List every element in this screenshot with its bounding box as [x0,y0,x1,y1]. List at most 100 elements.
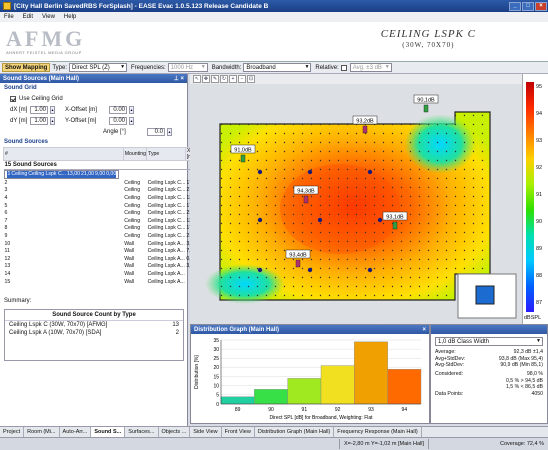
histogram-bar[interactable] [320,365,355,405]
table-cell: Ceiling Lspk C... [147,202,186,209]
tab-0[interactable]: Project [0,427,25,437]
menu-file[interactable]: File [4,14,14,20]
pin-icon[interactable]: ⊥ [174,75,179,82]
histogram-bar[interactable] [387,369,422,405]
rotate-icon[interactable]: ↻ [220,75,228,83]
column-header[interactable]: # [3,147,124,161]
zoom-fit-icon[interactable]: ⊡ [247,75,255,83]
spl-label: 93,4dB [289,253,307,259]
pen-icon[interactable]: ✎ [211,75,219,83]
table-row[interactable]: 1 Ceiling Ceiling Lspk C... 13,00 21,00 9,00 0… [3,170,120,179]
histogram-bar[interactable] [354,341,388,405]
column-header[interactable]: Mounting [122,147,148,161]
table-cell: 15 [4,278,11,285]
xoffset-field[interactable]: 0.00 [109,105,127,114]
stat-value: 1,5 % < 86,5 dB [505,384,543,391]
use-grid-checkbox[interactable] [10,95,16,102]
close-icon[interactable]: × [535,1,547,11]
speaker-marker[interactable] [257,169,263,175]
column-header[interactable]: Type [146,147,186,161]
distribution-header: Distribution Graph (Main Hall) × [191,325,429,334]
probe-marker[interactable] [295,259,301,268]
maximize-icon[interactable]: □ [522,1,534,11]
mapping-view[interactable]: ↖ ✥ ✎ ↻ + − ⊡ 90,1dB 93,2dB 91,0dB 94,3d… [190,74,522,324]
speaker-marker[interactable] [367,169,373,175]
dy-row: dY [m] 1.00 ▴ Y-Offset [m] 0.00 ▴ [0,115,187,126]
histogram-bar[interactable] [287,378,322,405]
speaker-marker[interactable] [307,267,313,273]
dy-spinner[interactable]: ▴ [50,116,55,125]
probe-marker[interactable] [240,154,246,163]
minimize-icon[interactable]: _ [509,1,521,11]
show-mapping-button[interactable]: Show Mapping [2,63,51,72]
histogram-bar[interactable] [220,396,255,405]
table-cell: Ceiling [124,194,141,201]
probe-marker[interactable] [303,195,309,204]
yoffset-field[interactable]: 0.00 [109,116,127,125]
table-cell: 13 [4,263,11,270]
speaker-marker[interactable] [317,217,323,223]
pan-icon[interactable]: ✥ [202,75,210,83]
tab-6[interactable]: Side View [190,427,222,437]
zoom-in-icon[interactable]: + [229,75,237,83]
dx-field[interactable]: 1.00 [30,105,48,114]
select-icon[interactable]: ↖ [193,75,201,83]
summary-row: Ceiling Lspk C (30W, 70x70) [AFMG] 13 [5,321,183,329]
close-icon[interactable]: × [180,76,184,82]
logo-text: AFMG [6,26,86,51]
tab-4[interactable]: Surfaces... [125,427,159,437]
tab-1[interactable]: Room (Mi... [24,427,60,437]
table-cell: Ceiling Lspk A... [147,263,185,270]
speaker-marker[interactable] [367,267,373,273]
zoom-out-icon[interactable]: − [238,75,246,83]
class-width-select[interactable]: 1,0 dB Class Width ▼ [435,337,543,346]
speaker-marker[interactable] [257,217,263,223]
table-cell: Ceiling [124,232,141,239]
speaker-marker[interactable] [257,267,263,273]
tab-8[interactable]: Distribution Graph (Main Hall) [255,427,335,437]
speaker-marker[interactable] [377,217,383,223]
menu-edit[interactable]: Edit [23,14,33,20]
stat-value: 4050 [531,390,543,397]
dy-field[interactable]: 1.00 [30,116,48,125]
yoffset-spinner[interactable]: ▴ [129,116,134,125]
tab-3[interactable]: Sound S... [91,427,126,437]
stat-value: 92,3 dB ±1,4 [513,349,543,356]
tab-5[interactable]: Objects ... [159,427,191,437]
tab-9[interactable]: Frequency Response (Main Hall) [334,427,422,437]
class-width-value: 1,0 dB Class Width [438,338,490,345]
legend-tick: 89 [536,246,543,252]
angle-spinner[interactable]: ▴ [167,127,172,136]
xoffset-spinner[interactable]: ▴ [129,105,134,114]
logo-subtext: AHNERT FEISTEL MEDIA GROUP [6,50,82,55]
close-icon[interactable]: × [422,327,426,333]
probe-marker[interactable] [392,221,398,230]
stat-row: 0,5 % > 94,5 dB [431,377,547,384]
sound-grid-heading: Sound Grid [4,85,37,91]
relative-checkbox[interactable] [340,64,347,71]
dx-spinner[interactable]: ▴ [50,105,55,114]
table-cell: 9,00 [94,170,106,179]
panel-title: Sound Sources (Main Hall) [3,75,80,82]
probe-marker[interactable] [423,104,429,113]
menu-help[interactable]: Help [64,14,76,20]
type-select[interactable]: Direct SPL (Z) ▼ [69,63,128,72]
table-cell: Ceiling [124,187,141,194]
show-mapping-label: Show Mapping [5,64,48,71]
relative-select[interactable]: Avg. ±3 dB ▼ [349,63,392,72]
summary-row: Ceiling Lspk A (10W, 70x70) [SDA] 2 [5,329,183,337]
histogram-bar[interactable] [254,389,288,405]
spl-legend: 95 94 93 92 91 90 89 88 87 dBSPL [522,74,548,324]
use-grid-label: Use Ceiling Grid [19,95,63,102]
relative-label: Relative: [315,64,339,71]
angle-field[interactable]: 0.0 [147,127,165,136]
probe-marker[interactable] [362,125,368,134]
menu-view[interactable]: View [42,14,55,20]
speaker-marker[interactable] [307,169,313,175]
distribution-panel: Distribution Graph (Main Hall) × Distrib… [190,324,430,424]
tab-7[interactable]: Front View [222,427,255,437]
frequency-select[interactable]: 1000 Hz ▼ [167,63,208,72]
bandwidth-select[interactable]: Broadband ▼ [243,63,312,72]
tab-2[interactable]: Auto-Arr... [60,427,92,437]
stat-value: 90,9 dB (Min 85,1) [500,362,543,369]
